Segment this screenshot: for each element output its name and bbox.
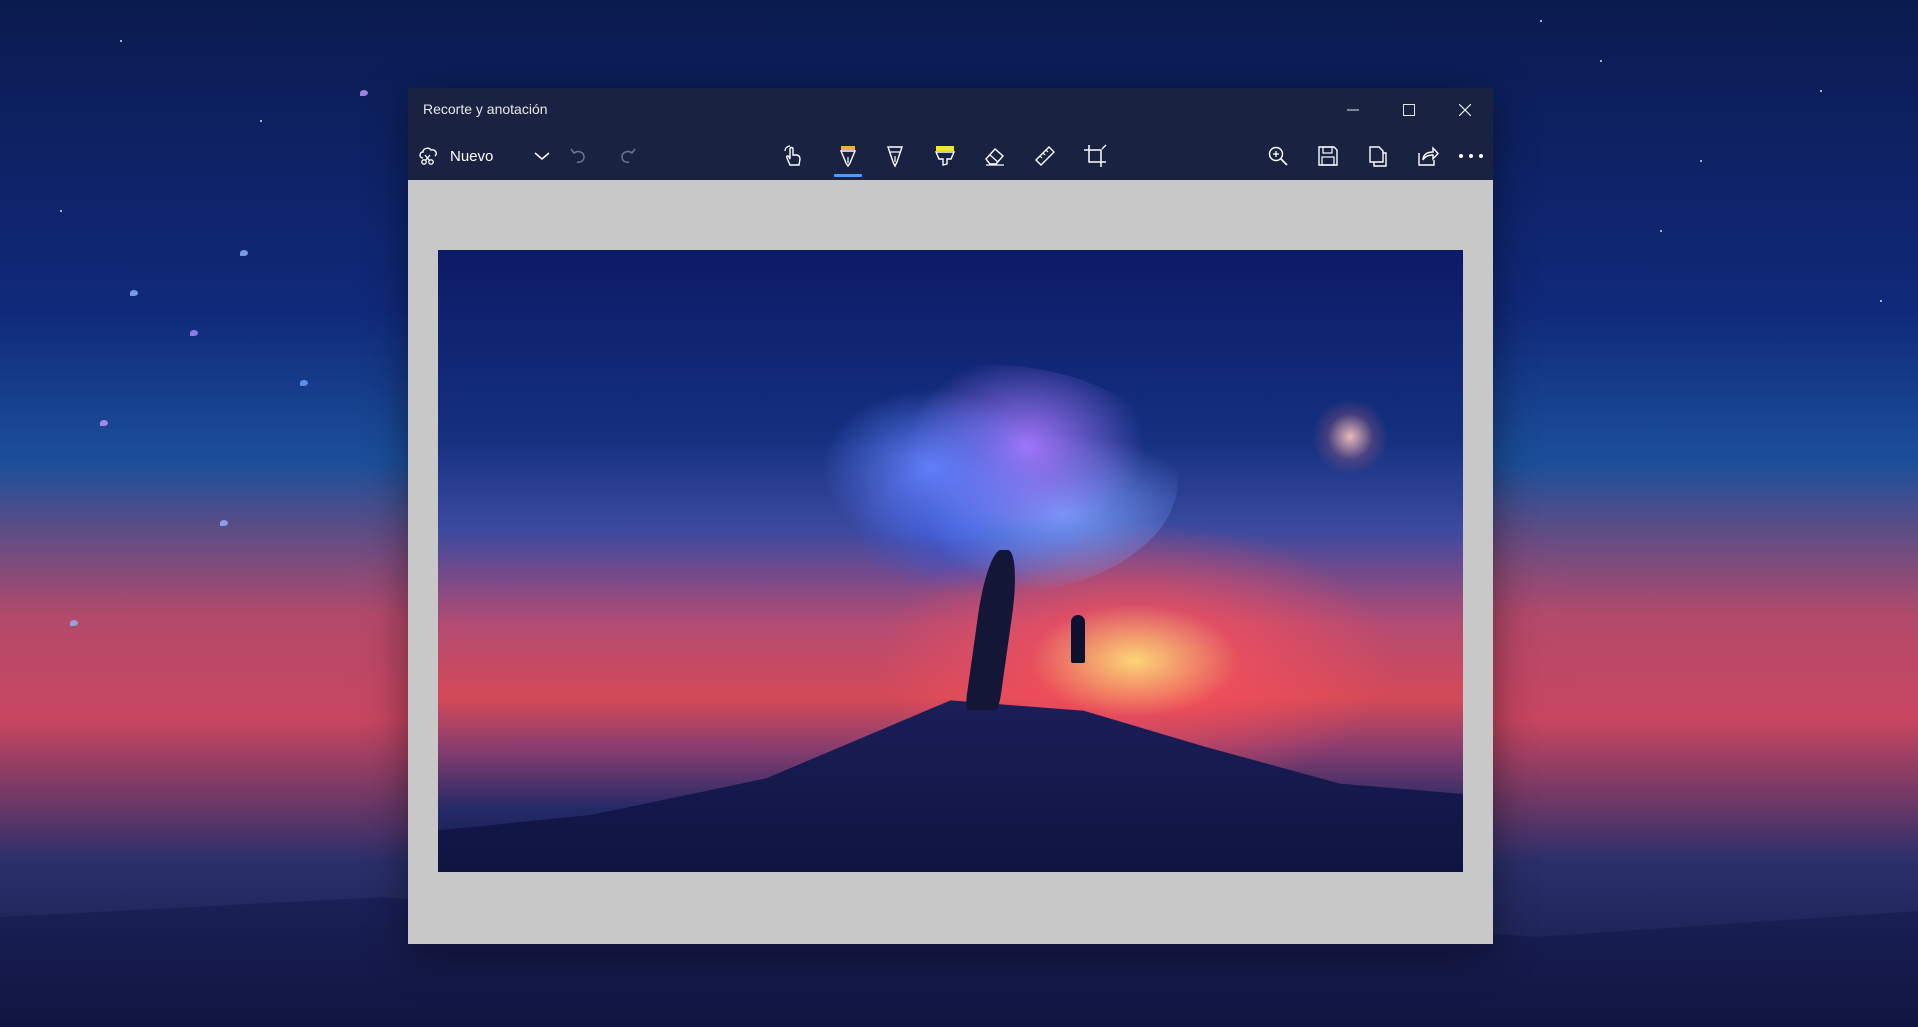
snip-and-sketch-window: Recorte y anotación Nuevo <box>408 88 1493 944</box>
canvas-area[interactable] <box>408 180 1493 944</box>
person-silhouette <box>1071 615 1085 663</box>
ballpoint-pen-button[interactable] <box>823 136 873 177</box>
star <box>1700 160 1702 162</box>
petal <box>300 380 308 386</box>
petal <box>220 520 228 526</box>
pencil-icon <box>887 146 903 168</box>
chevron-down-icon <box>534 152 550 160</box>
more-icon <box>1459 154 1483 158</box>
ruler-button[interactable] <box>1025 136 1065 176</box>
new-snip-button[interactable]: Nuevo <box>418 136 493 176</box>
star <box>260 120 262 122</box>
petal <box>100 420 108 426</box>
share-button[interactable] <box>1408 136 1448 176</box>
hill <box>438 700 1463 872</box>
petal <box>70 620 78 626</box>
petal <box>130 290 138 296</box>
maximize-icon <box>1403 104 1415 116</box>
star <box>1540 20 1542 22</box>
undo-button[interactable] <box>558 136 598 176</box>
zoom-in-icon <box>1268 146 1288 166</box>
tree-canopy <box>798 365 1178 595</box>
petal <box>240 250 248 256</box>
title-bar[interactable]: Recorte y anotación <box>408 88 1493 132</box>
minimize-button[interactable] <box>1325 88 1381 132</box>
more-options-button[interactable] <box>1451 136 1491 176</box>
screenshot-image[interactable] <box>438 250 1463 872</box>
star <box>1600 60 1602 62</box>
redo-icon <box>621 148 636 163</box>
petal <box>360 90 368 96</box>
share-icon <box>1418 146 1439 166</box>
zoom-in-button[interactable] <box>1258 136 1298 176</box>
undo-icon <box>570 148 585 163</box>
save-icon <box>1318 146 1338 166</box>
pencil-button[interactable] <box>875 136 915 176</box>
touch-writing-icon <box>784 145 801 166</box>
toolbar: Nuevo <box>408 132 1493 180</box>
highlighter-icon <box>934 146 956 166</box>
redo-button[interactable] <box>608 136 648 176</box>
snip-icon <box>419 147 437 165</box>
highlighter-button[interactable] <box>925 136 965 176</box>
close-icon <box>1459 104 1471 116</box>
star <box>1880 300 1882 302</box>
ruler-icon <box>1035 146 1055 166</box>
touch-writing-button[interactable] <box>773 136 813 176</box>
window-title: Recorte y anotación <box>423 101 548 117</box>
active-tool-indicator <box>834 174 862 177</box>
copy-button[interactable] <box>1358 136 1398 176</box>
star <box>60 210 62 212</box>
star <box>1660 230 1662 232</box>
crop-icon <box>1084 144 1107 167</box>
save-button[interactable] <box>1308 136 1348 176</box>
new-snip-label: Nuevo <box>450 147 494 165</box>
new-snip-options-button[interactable] <box>522 136 562 176</box>
star <box>1820 90 1822 92</box>
copy-icon <box>1369 146 1387 167</box>
crop-button[interactable] <box>1075 136 1115 176</box>
close-button[interactable] <box>1437 88 1493 132</box>
eraser-button[interactable] <box>975 136 1015 176</box>
star <box>120 40 122 42</box>
petal <box>190 330 198 336</box>
ballpoint-pen-icon <box>839 146 857 168</box>
minimize-icon <box>1347 109 1359 111</box>
maximize-button[interactable] <box>1381 88 1437 132</box>
eraser-icon <box>985 148 1004 166</box>
